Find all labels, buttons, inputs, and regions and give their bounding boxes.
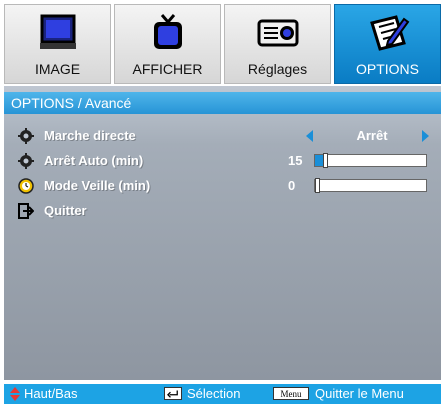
gear-icon <box>18 128 34 144</box>
arret-auto-value: 15 <box>288 153 303 168</box>
slider-knob[interactable] <box>315 178 320 193</box>
row-label: Arrêt Auto (min) <box>44 153 144 168</box>
footer-exit-label: Quitter le Menu <box>315 386 404 401</box>
projector-icon <box>257 19 298 47</box>
footer-nav-label: Haut/Bas <box>24 386 78 401</box>
slider-fill <box>315 155 323 166</box>
tab-reglages[interactable]: Réglages <box>224 4 331 84</box>
marche-directe-value: Arrêt <box>356 128 388 143</box>
enter-key-icon <box>164 387 182 400</box>
panel-title: OPTIONS / Avancé <box>4 92 441 114</box>
tab-reglages-label: Réglages <box>247 61 308 77</box>
tab-afficher[interactable]: AFFICHER <box>114 4 221 84</box>
row-arret-auto[interactable]: Arrêt Auto (min) 15 <box>12 151 437 171</box>
monitor-icon <box>39 14 76 49</box>
menu-key-icon: Menu <box>273 387 309 400</box>
arrow-right-icon[interactable] <box>422 130 429 142</box>
gear-icon <box>18 153 34 169</box>
footer-bar: Haut/Bas Sélection Menu Quitter le Menu <box>4 384 441 404</box>
arrow-left-icon[interactable] <box>306 130 313 142</box>
tab-bar: IMAGE AFFICHER Réglages OPTIONS <box>4 4 441 84</box>
row-label: Quitter <box>44 203 87 218</box>
row-label: Marche directe <box>44 128 136 143</box>
arret-auto-slider[interactable] <box>314 153 427 168</box>
row-quitter[interactable]: Quitter <box>12 201 437 221</box>
row-label: Mode Veille (min) <box>44 178 151 193</box>
up-down-arrow-icon <box>10 387 20 401</box>
options-panel: OPTIONS / Avancé Marche directe Arrêt Ar… <box>4 86 441 380</box>
mode-veille-slider[interactable] <box>314 178 427 193</box>
tab-afficher-label: AFFICHER <box>132 61 203 77</box>
mode-veille-value: 0 <box>288 178 296 193</box>
tv-icon <box>153 14 182 49</box>
clock-icon <box>18 178 34 194</box>
row-marche-directe[interactable]: Marche directe Arrêt <box>12 126 437 146</box>
row-mode-veille[interactable]: Mode Veille (min) 0 <box>12 176 437 196</box>
tab-options[interactable]: OPTIONS <box>334 4 441 84</box>
osd-menu: IMAGE AFFICHER Réglages OPTIONS OPTIONS … <box>0 0 445 406</box>
tab-image[interactable]: IMAGE <box>4 4 111 84</box>
exit-icon <box>18 203 34 219</box>
slider-knob[interactable] <box>323 153 328 168</box>
tab-options-label: OPTIONS <box>355 61 419 77</box>
tab-image-label: IMAGE <box>34 61 81 77</box>
pencil-paper-icon <box>369 15 409 51</box>
footer-select-label: Sélection <box>187 386 241 401</box>
